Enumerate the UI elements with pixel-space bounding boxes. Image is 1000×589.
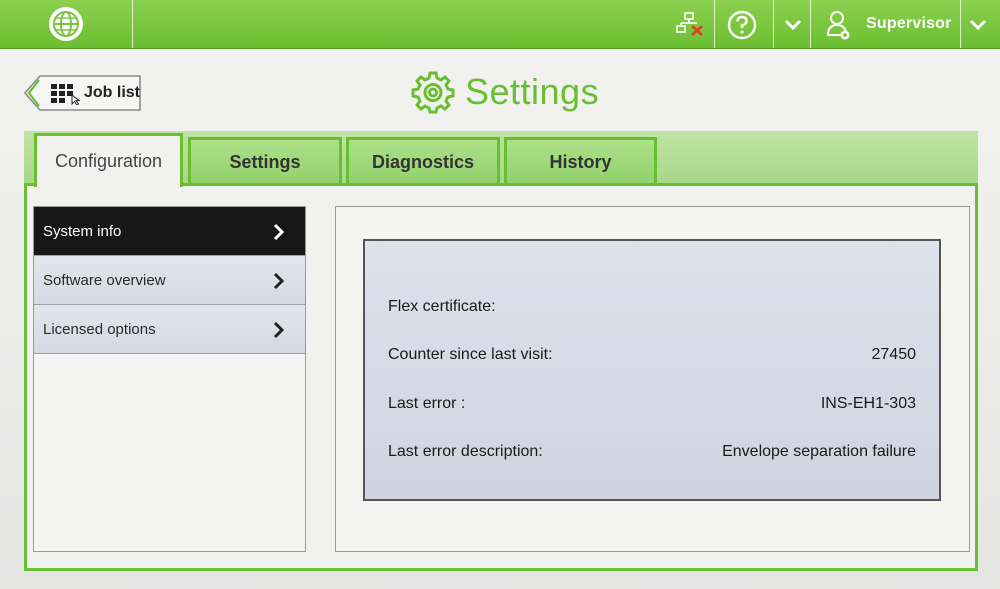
divider (960, 0, 961, 48)
info-row-counter: Counter since last visit: 27450 (388, 346, 916, 368)
info-row-last-error-description: Last error description: Envelope separat… (388, 443, 916, 465)
info-row-last-error: Last error : INS-EH1-303 (388, 395, 916, 417)
user-icon[interactable] (826, 9, 852, 41)
page-header: Settings (411, 68, 599, 116)
screen: Supervisor Job list Settings Configurati… (0, 0, 1000, 589)
globe-icon (49, 7, 83, 41)
page-title: Settings (465, 71, 600, 112)
menu-item-system-info[interactable]: System info (34, 207, 305, 256)
tab-settings[interactable]: Settings (188, 137, 342, 184)
side-menu: System info Software overview Licensed o… (33, 206, 306, 552)
gear-icon (411, 71, 455, 114)
info-value: Envelope separation failure (722, 443, 916, 460)
job-list-back-button[interactable]: Job list (24, 75, 142, 111)
help-dropdown-button[interactable] (778, 10, 808, 40)
menu-item-label: Software overview (43, 271, 166, 289)
info-label: Counter since last visit: (388, 346, 553, 363)
globe-button[interactable] (44, 5, 88, 43)
divider (773, 0, 774, 48)
menu-item-label: Licensed options (43, 320, 156, 338)
chevron-down-icon (784, 19, 802, 31)
divider (132, 0, 133, 48)
info-value: 27450 (871, 346, 917, 363)
info-label: Flex certificate: (388, 298, 496, 315)
menu-item-software-overview[interactable]: Software overview (34, 256, 305, 305)
chevron-right-icon (273, 321, 285, 339)
chevron-right-icon (273, 272, 285, 290)
info-value: INS-EH1-303 (820, 395, 916, 412)
chevron-down-icon (969, 19, 987, 31)
menu-item-label: System info (43, 222, 122, 240)
user-dropdown-button[interactable] (963, 10, 993, 40)
job-list-icon (51, 84, 81, 105)
info-label: Last error description: (388, 443, 543, 460)
chevron-right-icon (273, 223, 285, 241)
user-name[interactable]: Supervisor (866, 15, 952, 33)
job-list-label: Job list (84, 84, 141, 101)
info-row-flex-certificate: Flex certificate: (388, 298, 916, 320)
tab-diagnostics[interactable]: Diagnostics (346, 137, 500, 184)
tab-configuration[interactable]: Configuration (34, 133, 183, 187)
help-icon[interactable] (725, 9, 759, 41)
top-bar: Supervisor (0, 0, 1000, 49)
menu-item-licensed-options[interactable]: Licensed options (34, 305, 305, 354)
divider (714, 0, 715, 48)
tab-history[interactable]: History (504, 137, 657, 184)
network-disconnected-icon[interactable] (676, 12, 704, 36)
system-info-box: Flex certificate: Counter since last vis… (363, 239, 941, 501)
divider (810, 0, 811, 48)
info-label: Last error : (388, 395, 466, 412)
